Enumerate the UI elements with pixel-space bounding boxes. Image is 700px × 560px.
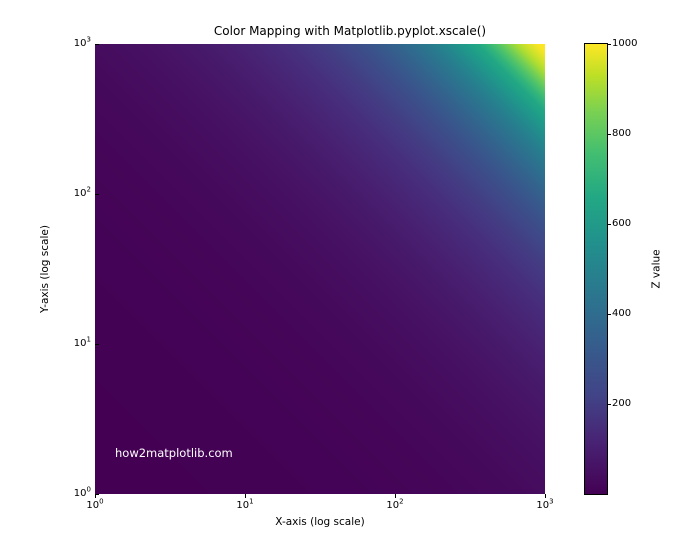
y-tick: 103 xyxy=(55,39,91,49)
x-tick: 103 xyxy=(525,500,565,511)
figure: Color Mapping with Matplotlib.pyplot.xsc… xyxy=(0,0,700,560)
x-axis-label: X-axis (log scale) xyxy=(95,516,545,528)
colorbar-tick: 600 xyxy=(612,219,652,229)
heatmap-axes xyxy=(95,44,545,494)
y-tick: 101 xyxy=(55,339,91,349)
y-tick: 100 xyxy=(55,489,91,499)
x-tick: 101 xyxy=(225,500,265,511)
y-axis-label: Y-axis (log scale) xyxy=(38,44,52,494)
chart-title: Color Mapping with Matplotlib.pyplot.xsc… xyxy=(0,24,700,38)
colorbar-tick: 1000 xyxy=(612,39,652,49)
colorbar-label: Z value xyxy=(650,44,664,494)
colorbar xyxy=(585,44,607,494)
colorbar-tick: 800 xyxy=(612,129,652,139)
x-tick: 100 xyxy=(75,500,115,511)
x-tick: 102 xyxy=(375,500,415,511)
y-tick: 102 xyxy=(55,189,91,199)
colorbar-tick: 200 xyxy=(612,399,652,409)
colorbar-gradient xyxy=(585,44,607,494)
heatmap-image xyxy=(95,44,545,494)
colorbar-tick: 400 xyxy=(612,309,652,319)
watermark-text: how2matplotlib.com xyxy=(115,446,233,460)
